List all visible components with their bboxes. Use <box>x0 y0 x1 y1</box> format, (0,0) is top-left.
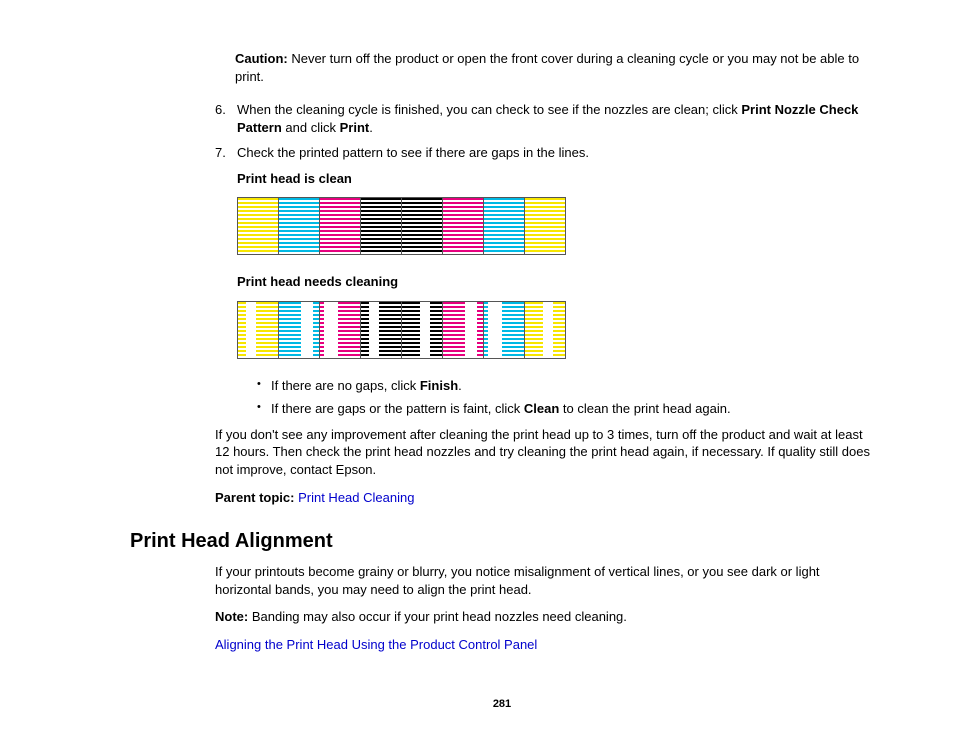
clean-pattern-image <box>237 197 874 255</box>
section-heading-alignment: Print Head Alignment <box>130 528 874 555</box>
page-number: 281 <box>130 697 874 712</box>
document-page: Caution: Never turn off the product or o… <box>130 50 874 730</box>
swatch-cyan <box>483 197 525 255</box>
step-6: When the cleaning cycle is finished, you… <box>215 101 874 136</box>
bullet-text: . <box>458 378 462 393</box>
note-text: Banding may also occur if your print hea… <box>248 609 627 624</box>
alignment-note: Note: Banding may also occur if your pri… <box>215 608 874 626</box>
bullet-text: to clean the print head again. <box>559 401 730 416</box>
bullet-bold: Clean <box>524 401 559 416</box>
step-6-bold-2: Print <box>340 120 370 135</box>
swatch-cyan-gapped <box>483 301 525 359</box>
swatch-cyan-gapped <box>278 301 320 359</box>
step-6-text-2: and click <box>282 120 340 135</box>
step-list: When the cleaning cycle is finished, you… <box>215 101 874 418</box>
swatch-black-gapped <box>401 301 443 359</box>
bullet-gaps: If there are gaps or the pattern is fain… <box>257 400 874 418</box>
alignment-section-body: If your printouts become grainy or blurr… <box>215 563 874 653</box>
alignment-link[interactable]: Aligning the Print Head Using the Produc… <box>215 637 537 652</box>
alignment-intro: If your printouts become grainy or blurr… <box>215 563 874 598</box>
alignment-link-line: Aligning the Print Head Using the Produc… <box>215 636 874 654</box>
parent-topic-link[interactable]: Print Head Cleaning <box>298 490 414 505</box>
step-6-text-1: When the cleaning cycle is finished, you… <box>237 102 741 117</box>
swatch-black <box>401 197 443 255</box>
swatch-magenta <box>442 197 484 255</box>
result-bullet-list: If there are no gaps, click Finish. If t… <box>257 377 874 418</box>
step-7: Check the printed pattern to see if ther… <box>215 144 874 418</box>
swatch-magenta-gapped <box>442 301 484 359</box>
bullet-text: If there are gaps or the pattern is fain… <box>271 401 524 416</box>
parent-topic-line: Parent topic: Print Head Cleaning <box>215 489 874 507</box>
swatch-yellow <box>237 197 279 255</box>
swatch-cyan <box>278 197 320 255</box>
swatch-magenta-gapped <box>319 301 361 359</box>
dirty-pattern-image <box>237 301 874 359</box>
step-7-text: Check the printed pattern to see if ther… <box>237 145 589 160</box>
after-steps-paragraph: If you don't see any improvement after c… <box>215 426 874 479</box>
caution-label: Caution: <box>235 51 288 66</box>
swatch-yellow <box>524 197 566 255</box>
swatch-magenta <box>319 197 361 255</box>
dirty-pattern-label: Print head needs cleaning <box>237 273 874 291</box>
note-label: Note: <box>215 609 248 624</box>
caution-paragraph: Caution: Never turn off the product or o… <box>235 50 874 85</box>
swatch-black <box>360 197 402 255</box>
swatch-yellow-gapped <box>524 301 566 359</box>
clean-pattern-label: Print head is clean <box>237 170 874 188</box>
swatch-yellow-gapped <box>237 301 279 359</box>
bullet-no-gaps: If there are no gaps, click Finish. <box>257 377 874 395</box>
bullet-text: If there are no gaps, click <box>271 378 420 393</box>
parent-topic-label: Parent topic: <box>215 490 294 505</box>
caution-text: Never turn off the product or open the f… <box>235 51 859 84</box>
step-6-text-3: . <box>369 120 373 135</box>
bullet-bold: Finish <box>420 378 458 393</box>
swatch-black-gapped <box>360 301 402 359</box>
